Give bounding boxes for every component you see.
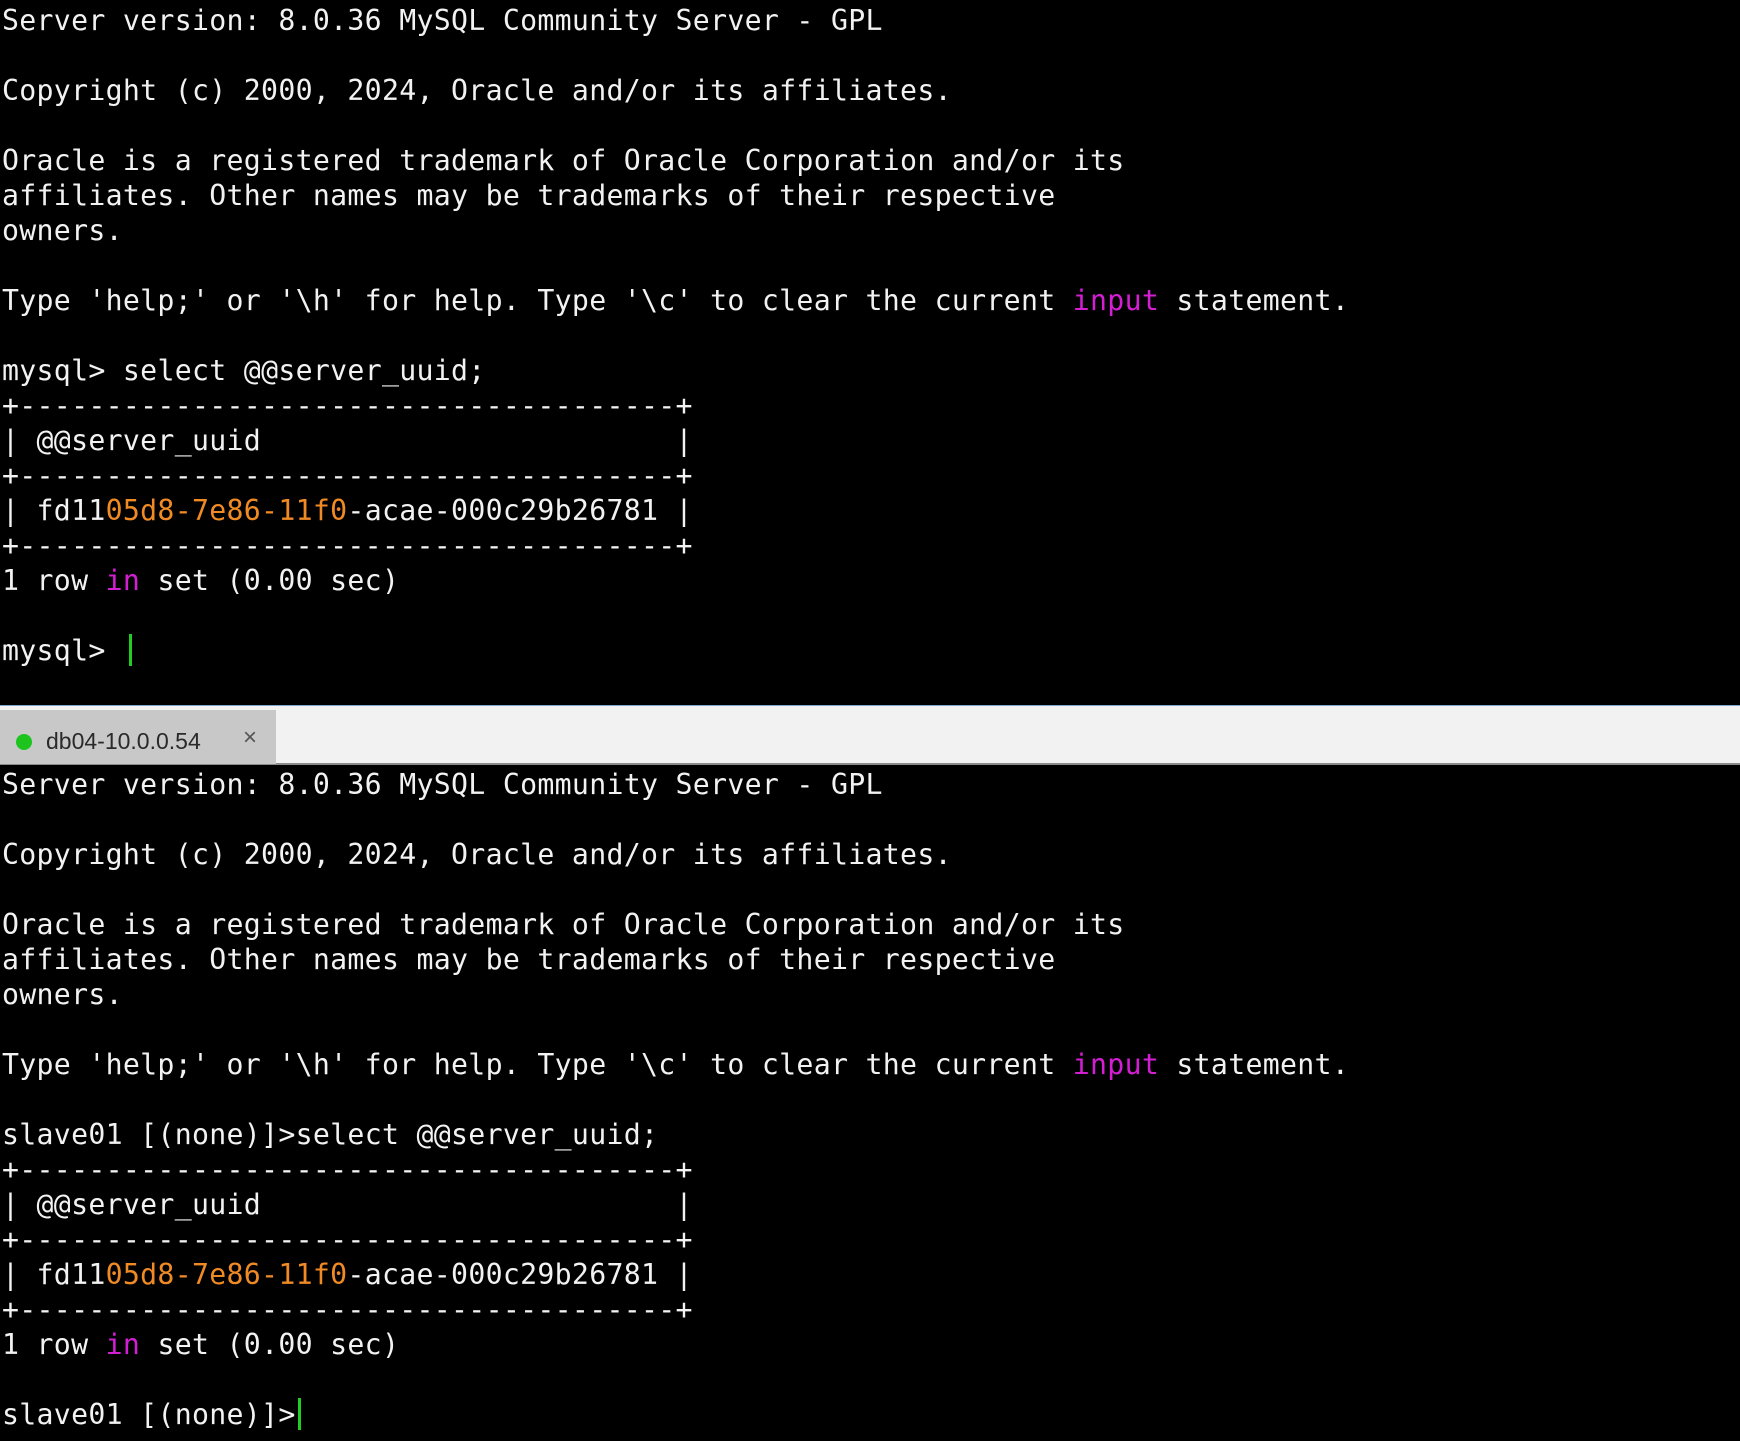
help-line: Type 'help;' or '\h' for help. Type '\c'… [2, 283, 1740, 318]
result-text: 1 row [2, 564, 106, 597]
terminal-output: Server version: 8.0.36 MySQL Community S… [0, 767, 1740, 1432]
trademark-line: Oracle is a registered trademark of Orac… [2, 144, 1125, 177]
trademark-line: Oracle is a registered trademark of Orac… [2, 908, 1125, 941]
table-border: +--------------------------------------+ [2, 1223, 693, 1256]
help-text-end: statement. [1159, 1048, 1350, 1081]
help-line: Type 'help;' or '\h' for help. Type '\c'… [2, 1047, 1740, 1082]
query-text: select @@server_uuid; [122, 354, 486, 387]
text-cursor [297, 1398, 301, 1430]
terminal-output: Server version: 8.0.36 MySQL Community S… [0, 3, 1740, 668]
table-header-row: | @@server_uuid | [2, 1188, 693, 1221]
uuid-start: | fd11 [2, 494, 106, 527]
table-value-row: | fd1105d8-7e86-11f0-acae-000c29b26781 | [2, 1257, 1740, 1292]
terminal-pane-top[interactable]: Server version: 8.0.36 MySQL Community S… [0, 0, 1740, 705]
table-border: +--------------------------------------+ [2, 529, 693, 562]
query-line: slave01 [(none)]>select @@server_uuid; [2, 1117, 1740, 1152]
mysql-prompt: mysql> [2, 354, 123, 387]
mysql-prompt: slave01 [(none)]> [2, 1118, 296, 1151]
trademark-line: owners. [2, 214, 123, 247]
prompt-line[interactable]: mysql> [2, 633, 1740, 668]
result-text-end: set (0.00 sec) [140, 564, 400, 597]
uuid-start: | fd11 [2, 1258, 106, 1291]
uuid-highlight: 05d8-7e86-11f0 [105, 494, 348, 527]
server-version-line: Server version: 8.0.36 MySQL Community S… [2, 768, 883, 801]
copyright-line: Copyright (c) 2000, 2024, Oracle and/or … [2, 838, 952, 871]
session-tab-bar: db04-10.0.0.54 × [0, 705, 1740, 765]
session-tab[interactable]: db04-10.0.0.54 × [0, 710, 276, 764]
trademark-line: affiliates. Other names may be trademark… [2, 179, 1056, 212]
table-border: +--------------------------------------+ [2, 459, 693, 492]
result-text: 1 row [2, 1328, 106, 1361]
help-keyword: input [1072, 284, 1160, 317]
uuid-end: -acae-000c29b26781 | [347, 494, 693, 527]
server-version-line: Server version: 8.0.36 MySQL Community S… [2, 4, 883, 37]
help-text-end: statement. [1159, 284, 1350, 317]
session-tab-label: db04-10.0.0.54 [46, 728, 201, 754]
trademark-line: owners. [2, 978, 123, 1011]
result-text-end: set (0.00 sec) [140, 1328, 400, 1361]
mysql-prompt: mysql> [2, 634, 123, 667]
terminal-pane-bottom[interactable]: Server version: 8.0.36 MySQL Community S… [0, 765, 1740, 1441]
help-text: Type 'help;' or '\h' for help. Type '\c'… [2, 284, 1073, 317]
mysql-prompt: slave01 [(none)]> [2, 1398, 296, 1431]
result-line: 1 row in set (0.00 sec) [2, 563, 1740, 598]
connected-status-icon [16, 734, 32, 750]
table-border: +--------------------------------------+ [2, 389, 693, 422]
prompt-line[interactable]: slave01 [(none)]> [2, 1397, 1740, 1432]
table-header-row: | @@server_uuid | [2, 424, 693, 457]
copyright-line: Copyright (c) 2000, 2024, Oracle and/or … [2, 74, 952, 107]
close-icon[interactable]: × [238, 724, 262, 752]
help-text: Type 'help;' or '\h' for help. Type '\c'… [2, 1048, 1073, 1081]
uuid-highlight: 05d8-7e86-11f0 [105, 1258, 348, 1291]
query-line: mysql> select @@server_uuid; [2, 353, 1740, 388]
result-keyword: in [105, 564, 141, 597]
table-border: +--------------------------------------+ [2, 1153, 693, 1186]
table-border: +--------------------------------------+ [2, 1293, 693, 1326]
text-cursor [128, 634, 132, 666]
uuid-end: -acae-000c29b26781 | [347, 1258, 693, 1291]
help-keyword: input [1072, 1048, 1160, 1081]
trademark-line: affiliates. Other names may be trademark… [2, 943, 1056, 976]
query-text: select @@server_uuid; [295, 1118, 659, 1151]
table-value-row: | fd1105d8-7e86-11f0-acae-000c29b26781 | [2, 493, 1740, 528]
result-line: 1 row in set (0.00 sec) [2, 1327, 1740, 1362]
result-keyword: in [105, 1328, 141, 1361]
